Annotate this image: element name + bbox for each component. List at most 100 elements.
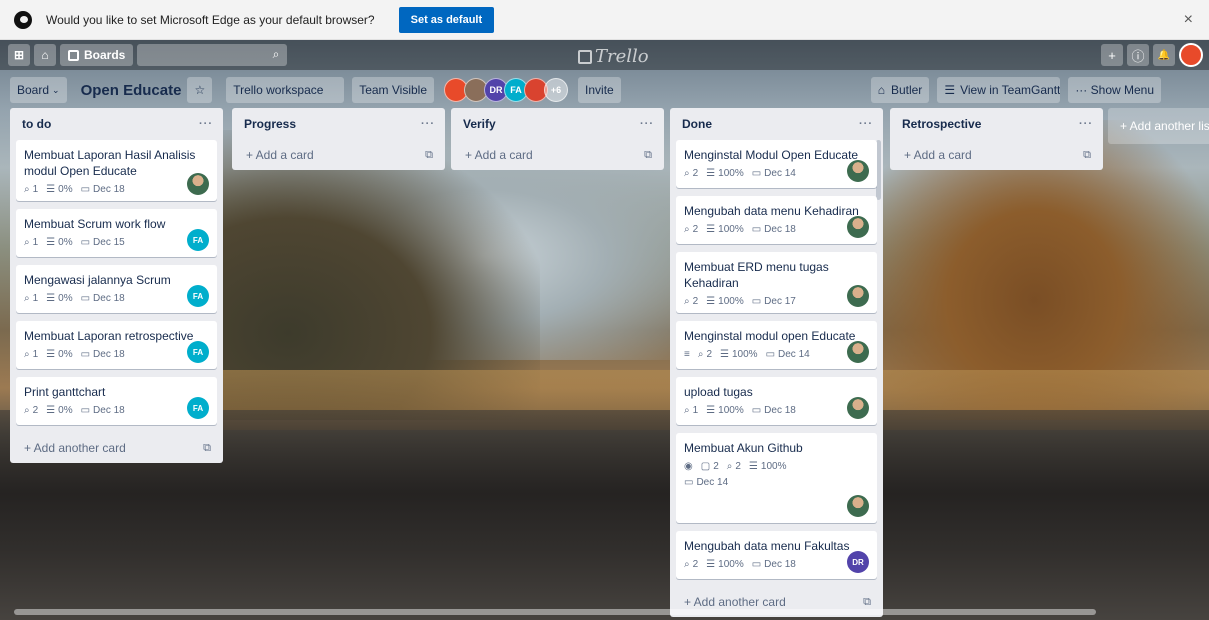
list-header: Verify ··· bbox=[451, 108, 664, 140]
list-title[interactable]: Progress bbox=[244, 117, 296, 131]
attachment-badge: ⌕ 2 bbox=[684, 559, 698, 570]
horizontal-scrollbar[interactable] bbox=[14, 609, 1096, 615]
teamgantt-label: View in TeamGantt bbox=[960, 83, 1061, 97]
create-button[interactable]: + bbox=[1101, 44, 1123, 66]
due-date-badge: ▭ Dec 14 bbox=[752, 168, 796, 179]
butler-icon: ⌂ bbox=[877, 83, 885, 97]
list-title[interactable]: Retrospective bbox=[902, 117, 981, 131]
list-retrospective: Retrospective ··· + Add a card ⧉ bbox=[890, 108, 1103, 170]
card-template-icon[interactable]: ⧉ bbox=[425, 149, 433, 162]
edge-message: Would you like to set Microsoft Edge as … bbox=[46, 12, 375, 27]
attachment-badge: ⌕ 2 bbox=[698, 349, 712, 360]
card-template-icon[interactable]: ⧉ bbox=[863, 596, 871, 609]
card-template-icon[interactable]: ⧉ bbox=[644, 149, 652, 162]
butler-button[interactable]: ⌂ Butler bbox=[870, 77, 930, 103]
card-member-avatar[interactable]: FA bbox=[187, 229, 209, 251]
list-menu-icon[interactable]: ··· bbox=[859, 118, 873, 130]
teamgantt-button[interactable]: ☰ View in TeamGantt bbox=[937, 77, 1061, 103]
card-member-avatar[interactable] bbox=[847, 216, 869, 238]
invite-button[interactable]: Invite bbox=[578, 77, 621, 103]
card-member-avatar[interactable] bbox=[847, 341, 869, 363]
due-date-badge: ▭ Dec 18 bbox=[81, 293, 125, 304]
card-member-avatar[interactable] bbox=[847, 397, 869, 419]
due-date: Dec 18 bbox=[93, 405, 125, 416]
list-menu-icon[interactable]: ··· bbox=[1079, 118, 1093, 130]
attachment-icon: ⌕ bbox=[24, 293, 30, 304]
add-list-button[interactable]: + Add another list bbox=[1108, 108, 1209, 144]
card-badges: ⌕ 2 ☰ 100% ▭ Dec 18 bbox=[684, 224, 869, 235]
add-card-button[interactable]: + Add another card ⧉ bbox=[10, 433, 223, 463]
workspace-button[interactable]: Trello workspace bbox=[226, 77, 345, 103]
apps-button[interactable]: ⊞ bbox=[8, 44, 30, 66]
boards-button[interactable]: Boards bbox=[60, 44, 134, 66]
card[interactable]: Menginstal Modul Open Educate ⌕ 2 ☰ 100% ▭… bbox=[676, 140, 877, 188]
home-button[interactable]: ⌂ bbox=[34, 44, 56, 66]
card[interactable]: Menginstal modul open Educate ≡ ⌕ 2 ☰ 100%… bbox=[676, 321, 877, 369]
card-member-avatar[interactable]: FA bbox=[187, 285, 209, 307]
comment-icon: ▢ bbox=[700, 461, 711, 472]
card-member-avatar[interactable]: FA bbox=[187, 341, 209, 363]
due-date-badge: ▭ Dec 18 bbox=[752, 405, 796, 416]
add-card-label: + Add a card bbox=[465, 148, 533, 162]
more-members-badge[interactable]: +6 bbox=[544, 78, 569, 102]
checklist-icon: ☰ bbox=[46, 237, 56, 248]
add-card-button[interactable]: + Add a card ⧉ bbox=[890, 140, 1103, 170]
card-template-icon[interactable]: ⧉ bbox=[203, 442, 211, 455]
card[interactable]: Mengubah data menu Kehadiran ⌕ 2 ☰ 100% ▭ D… bbox=[676, 196, 877, 244]
card[interactable]: Mengawasi jalannya Scrum ⌕ 1 ☰ 0% ▭ Dec 18 … bbox=[16, 265, 217, 313]
card-member-avatar[interactable] bbox=[847, 495, 869, 517]
attachment-icon: ⌕ bbox=[24, 237, 30, 248]
calendar-icon: ▭ bbox=[751, 405, 762, 416]
card-title: Menginstal modul open Educate bbox=[684, 329, 856, 343]
due-date: Dec 18 bbox=[764, 405, 796, 416]
list-menu-icon[interactable]: ··· bbox=[421, 118, 435, 130]
card-member-avatar[interactable]: FA bbox=[187, 397, 209, 419]
card[interactable]: Mengubah data menu Fakultas ⌕ 2 ☰ 100% ▭ De… bbox=[676, 531, 877, 579]
list-header: Progress ··· bbox=[232, 108, 445, 140]
card-member-avatar[interactable] bbox=[847, 160, 869, 182]
info-button[interactable]: ⓘ bbox=[1127, 44, 1149, 66]
card[interactable]: upload tugas ⌕ 1 ☰ 100% ▭ Dec 18 bbox=[676, 377, 877, 425]
card-member-avatar[interactable]: DR bbox=[847, 551, 869, 573]
card-title: upload tugas bbox=[684, 385, 753, 399]
search-input[interactable]: ⌕ bbox=[137, 44, 288, 66]
card[interactable]: Membuat Laporan Hasil Analisis modul Ope… bbox=[16, 140, 217, 201]
star-button[interactable]: ☆ bbox=[187, 77, 213, 103]
card-member-avatar[interactable] bbox=[187, 173, 209, 195]
card-template-icon[interactable]: ⧉ bbox=[1083, 149, 1091, 162]
card[interactable]: Print ganttchart ⌕ 2 ☰ 0% ▭ Dec 18 FA bbox=[16, 377, 217, 425]
notifications-bell-icon[interactable]: 🔔 bbox=[1153, 44, 1175, 66]
attachment-icon: ⌕ bbox=[684, 296, 690, 307]
board-title[interactable]: Open Educate bbox=[81, 82, 182, 99]
list-menu-icon[interactable]: ··· bbox=[199, 118, 213, 130]
card[interactable]: Membuat Scrum work flow ⌕ 1 ☰ 0% ▭ Dec 15 F… bbox=[16, 209, 217, 257]
calendar-icon: ▭ bbox=[751, 559, 762, 570]
attachment-icon: ⌕ bbox=[684, 405, 690, 416]
calendar-icon: ▭ bbox=[751, 168, 762, 179]
board-view-switcher[interactable]: Board ⌄ bbox=[10, 77, 67, 103]
card[interactable]: Membuat Laporan retrospective ⌕ 1 ☰ 0% ▭ De… bbox=[16, 321, 217, 369]
add-card-button[interactable]: + Add a card ⧉ bbox=[232, 140, 445, 170]
calendar-icon: ▭ bbox=[684, 477, 694, 488]
user-avatar[interactable] bbox=[1179, 43, 1203, 67]
visibility-button[interactable]: Team Visible bbox=[352, 77, 435, 103]
list-title[interactable]: to do bbox=[22, 117, 51, 131]
list-menu-icon[interactable]: ··· bbox=[640, 118, 654, 130]
add-card-button[interactable]: + Add a card ⧉ bbox=[451, 140, 664, 170]
checklist-badge: ☰ 0% bbox=[46, 184, 72, 195]
card[interactable]: Membuat Akun Github ◉ ▢ 2 ⌕ 2 ☰ 100% ▭ Dec 1… bbox=[676, 433, 877, 523]
card-title: Membuat ERD menu tugas Kehadiran bbox=[684, 260, 829, 290]
set-default-button[interactable]: Set as default bbox=[398, 6, 495, 33]
attachment-badge: ⌕ 1 bbox=[24, 293, 38, 304]
checklist-icon: ☰ bbox=[46, 184, 56, 195]
show-menu-button[interactable]: ··· Show Menu bbox=[1068, 77, 1162, 103]
card[interactable]: Membuat ERD menu tugas Kehadiran ⌕ 2 ☰ 100… bbox=[676, 252, 877, 313]
card-member-avatar[interactable] bbox=[847, 285, 869, 307]
checklist-progress: 0% bbox=[58, 184, 73, 195]
close-icon[interactable]: × bbox=[1184, 11, 1193, 29]
list-title[interactable]: Done bbox=[682, 117, 712, 131]
list-title[interactable]: Verify bbox=[463, 117, 496, 131]
trello-logo[interactable]: Trello bbox=[578, 46, 649, 67]
list-progress: Progress ··· + Add a card ⧉ bbox=[232, 108, 445, 170]
due-date: Dec 18 bbox=[93, 349, 125, 360]
